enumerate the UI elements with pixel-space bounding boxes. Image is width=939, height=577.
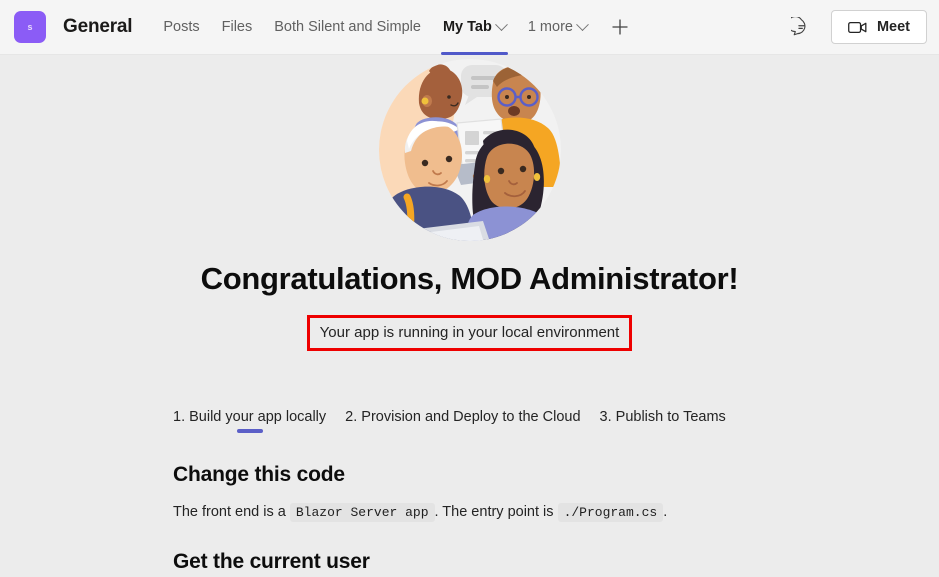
get-the-current-user-heading: Get the current user xyxy=(173,549,370,573)
step-1-label: 1. Build your app locally xyxy=(173,409,327,425)
page-title: General xyxy=(63,16,133,37)
change-this-code-heading: Change this code xyxy=(173,463,345,486)
front-end-text-before: The front end is a xyxy=(173,504,286,520)
front-end-text-middle: . The entry point is xyxy=(434,504,554,520)
code-blazor-server-app: Blazor Server app xyxy=(289,503,435,522)
tab-my-tab-label: My Tab xyxy=(442,19,492,35)
chevron-down-icon[interactable] xyxy=(494,17,508,31)
tab-content-panel: Congratulations, MOD Administrator! Your… xyxy=(0,55,939,577)
video-camera-icon xyxy=(848,21,867,33)
active-step-indicator xyxy=(237,429,263,433)
header-actions: Meet xyxy=(787,10,927,44)
meet-button-label: Meet xyxy=(876,19,910,35)
step-2-label: 2. Provision and Deploy to the Cloud xyxy=(345,409,581,425)
step-provision-and-deploy-to-the-cloud[interactable]: 2. Provision and Deploy to the Cloud xyxy=(345,409,580,435)
tab-1-more-label: 1 more xyxy=(527,19,573,35)
tab-bar: Posts Files Both Silent and Simple My Ta… xyxy=(152,0,634,55)
tab-files[interactable]: Files xyxy=(211,0,264,55)
meet-button[interactable]: Meet xyxy=(830,10,927,44)
front-end-text-after: . xyxy=(663,504,668,520)
hero-section xyxy=(0,55,939,243)
chat-bubble-icon-button[interactable] xyxy=(787,12,817,42)
channel-header: s General Posts Files Both Silent and Si… xyxy=(0,0,939,55)
tab-files-label: Files xyxy=(221,19,253,35)
plus-icon xyxy=(612,19,628,35)
change-this-code-paragraph: The front end is a Blazor Server app. Th… xyxy=(173,502,899,524)
step-build-your-app-locally[interactable]: 1. Build your app locally xyxy=(173,409,326,435)
people-collaboration-illustration xyxy=(378,59,561,241)
tab-posts[interactable]: Posts xyxy=(152,0,210,55)
congratulations-heading: Congratulations, MOD Administrator! xyxy=(200,261,739,296)
tab-both-silent-and-simple-label: Both Silent and Simple xyxy=(274,19,421,35)
tab-both-silent-and-simple[interactable]: Both Silent and Simple xyxy=(263,0,432,55)
tab-posts-label: Posts xyxy=(163,19,200,35)
steps-nav: 1. Build your app locally 2. Provision a… xyxy=(173,409,899,435)
tab-1-more[interactable]: 1 more xyxy=(517,0,598,55)
status-badge: Your app is running in your local enviro… xyxy=(306,315,633,351)
team-avatar[interactable]: s xyxy=(14,11,46,43)
add-tab-button[interactable] xyxy=(606,13,634,41)
body-column: 1. Build your app locally 2. Provision a… xyxy=(0,409,939,574)
chat-bubble-icon xyxy=(791,16,806,35)
status-section: Your app is running in your local enviro… xyxy=(0,315,939,351)
code-program-cs: ./Program.cs xyxy=(557,503,664,522)
chevron-down-icon[interactable] xyxy=(576,17,589,31)
tab-my-tab[interactable]: My Tab xyxy=(432,0,517,55)
step-3-label: 3. Publish to Teams xyxy=(599,409,726,425)
team-avatar-initial: s xyxy=(27,22,33,32)
step-publish-to-teams[interactable]: 3. Publish to Teams xyxy=(600,409,726,435)
